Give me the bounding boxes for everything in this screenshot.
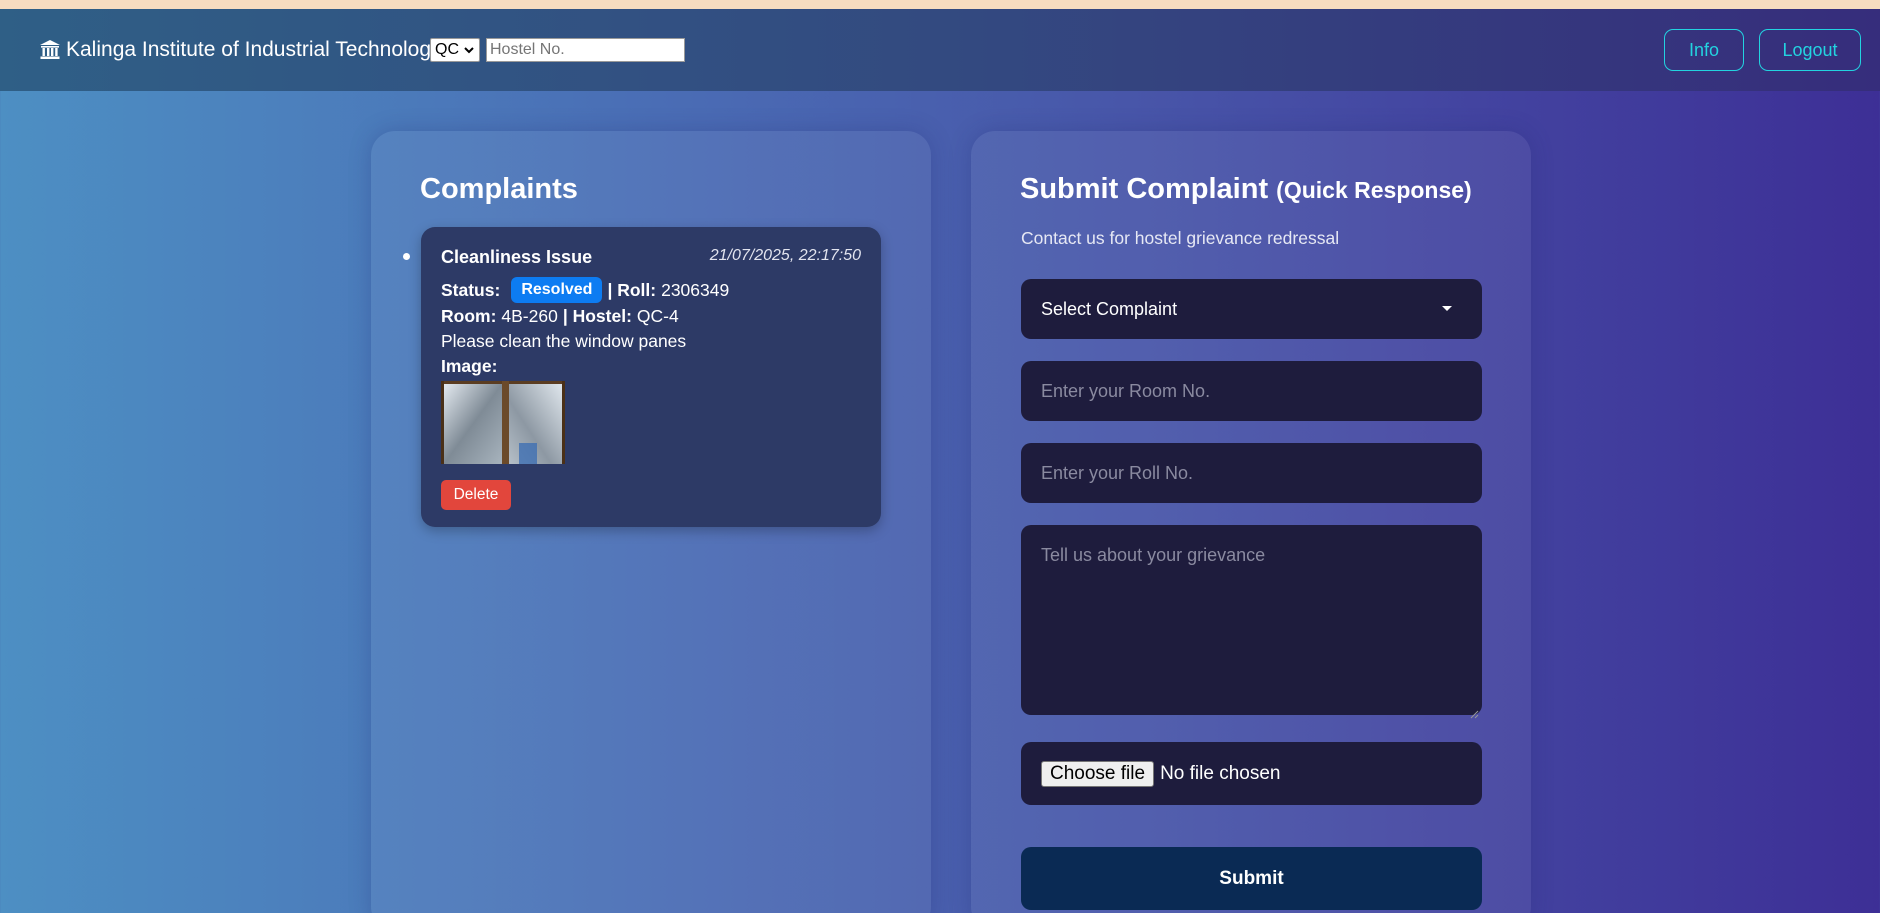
form-title-main: Submit Complaint — [1020, 173, 1269, 205]
complaint-title: Cleanliness Issue — [441, 247, 593, 267]
file-upload-field: Choose file No file chosen — [1021, 742, 1482, 805]
choose-file-button[interactable]: Choose file — [1041, 760, 1155, 787]
hostel-block-value: QC — [435, 41, 459, 58]
status-line: Status: Resolved | Roll: 2306349 — [441, 277, 729, 303]
status-label: Status: — [441, 279, 501, 300]
submit-complaint-panel: Submit Complaint (Quick Response) Contac… — [971, 131, 1531, 913]
grievance-placeholder: Tell us about your grievance — [1041, 545, 1266, 565]
complaints-panel: Complaints Cleanliness Issue 21/07/2025,… — [371, 131, 931, 913]
complaint-type-value: Select Complaint — [1041, 298, 1178, 319]
chevron-down-icon — [463, 43, 475, 55]
complaints-title: Complaints — [420, 173, 578, 205]
room-line: Room: 4B-260 | Hostel: QC-4 — [441, 306, 679, 327]
caret-down-icon — [1442, 306, 1452, 311]
hostel-value: QC-4 — [636, 306, 679, 326]
list-bullet — [403, 253, 410, 260]
resize-handle-icon[interactable] — [1470, 703, 1479, 719]
complaint-description: Please clean the window panes — [441, 331, 687, 351]
form-title-suffix: (Quick Response) — [1276, 177, 1472, 203]
roll-label: | Roll: — [607, 279, 657, 300]
hostel-block-select[interactable]: QC — [430, 38, 480, 62]
grievance-textarea[interactable]: Tell us about your grievance — [1021, 525, 1482, 719]
complaint-date: 21/07/2025, 22:17:50 — [709, 247, 861, 264]
navbar: Kalinga Institute of Industrial Technolo… — [0, 9, 1880, 91]
room-value: 4B-260 — [501, 306, 558, 326]
room-number-input[interactable]: Enter your Room No. — [1021, 361, 1482, 421]
hostel-label: | Hostel: — [562, 306, 632, 326]
delete-button[interactable]: Delete — [441, 480, 511, 510]
roll-number-input[interactable]: Enter your Roll No. — [1021, 443, 1482, 503]
complaint-image[interactable] — [441, 381, 565, 464]
form-title: Submit Complaint (Quick Response) — [1020, 173, 1472, 206]
image-label: Image: — [441, 356, 498, 376]
submit-button[interactable]: Submit — [1021, 847, 1482, 910]
bank-icon — [38, 38, 62, 62]
brand-name: Kalinga Institute of Industrial Technolo… — [66, 38, 442, 61]
logout-button[interactable]: Logout — [1759, 29, 1861, 71]
info-button[interactable]: Info — [1664, 29, 1744, 71]
room-label: Room: — [441, 306, 497, 326]
top-stripe — [0, 0, 1880, 9]
form-subtitle: Contact us for hostel grievance redressa… — [1021, 228, 1340, 248]
hostel-number-input[interactable] — [486, 38, 685, 62]
brand[interactable]: Kalinga Institute of Industrial Technolo… — [38, 38, 442, 62]
complaint-card: Cleanliness Issue 21/07/2025, 22:17:50 S… — [421, 227, 881, 527]
status-badge: Resolved — [511, 277, 603, 303]
roll-value: 2306349 — [661, 279, 730, 300]
complaint-type-select[interactable]: Select Complaint — [1021, 279, 1482, 339]
file-status-text: No file chosen — [1160, 762, 1281, 784]
